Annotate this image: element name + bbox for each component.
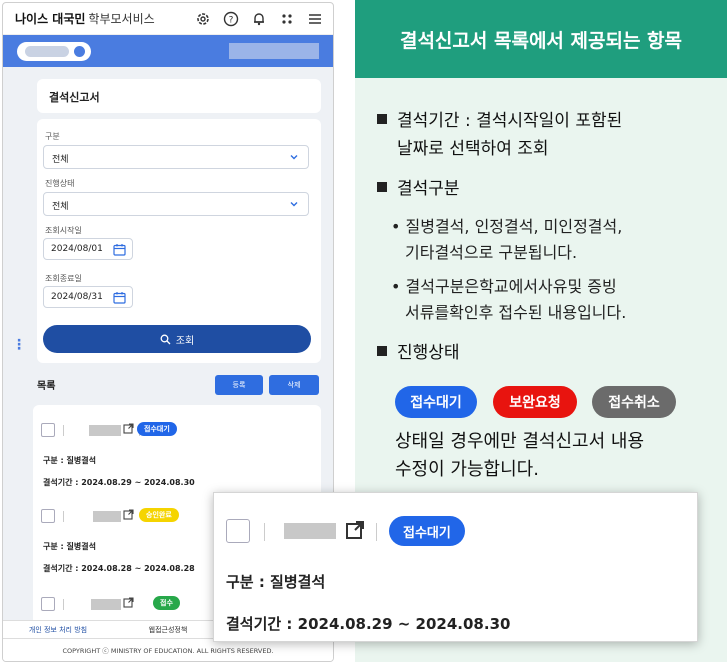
redacted-info xyxy=(229,43,319,59)
bullet-period-cont: 날짜로 선택하여 조회 xyxy=(397,139,549,159)
type-desc-1-cont: 기타결석으로 구분됩니다. xyxy=(405,243,578,262)
menu-icon[interactable] xyxy=(307,11,323,27)
bullet-square-icon xyxy=(377,114,387,124)
student-selector[interactable] xyxy=(17,42,91,61)
redacted-name xyxy=(89,425,121,436)
privacy-policy-link[interactable]: 개인 정보 처리 방침 xyxy=(3,621,113,638)
status-note: 상태일 경우에만 결석신고서 내용 xyxy=(395,431,645,452)
row-period: 결석기간 : 2024.08.28 ~ 2024.08.28 xyxy=(43,564,195,573)
category-select[interactable]: 전체 xyxy=(43,145,309,169)
category-label: 구분 xyxy=(45,132,60,141)
status-badge: 접수대기 xyxy=(137,422,177,436)
external-link-icon[interactable] xyxy=(123,423,134,434)
svg-text:?: ? xyxy=(229,15,234,25)
row-category: 구분 : 질병결석 xyxy=(43,542,96,551)
end-date-field[interactable]: 2024/08/31 xyxy=(43,286,133,308)
help-icon[interactable]: ? xyxy=(223,11,239,27)
status-value: 전체 xyxy=(52,202,69,212)
divider xyxy=(63,425,64,436)
panel-heading: 결석신고서 목록에서 제공되는 항목 xyxy=(355,0,727,78)
top-bar: 나이스 대국민 학부모서비스 ? xyxy=(3,3,333,35)
external-link-icon[interactable] xyxy=(345,520,365,540)
calendar-icon[interactable] xyxy=(113,243,126,256)
brand-sub: 학부모서비스 xyxy=(88,12,155,26)
row-period: 결석기간 : 2024.08.29 ~ 2024.08.30 xyxy=(43,478,195,487)
type-desc-2-cont: 서류를확인후 접수된 내용입니다. xyxy=(405,303,627,322)
bullet-square-icon xyxy=(377,182,387,192)
row-checkbox[interactable] xyxy=(226,519,250,543)
row-period: 결석기간 : 2024.08.29 ~ 2024.08.30 xyxy=(226,615,511,633)
page-title-card: 결석신고서 xyxy=(37,79,321,113)
redacted-name xyxy=(93,511,121,522)
calendar-icon[interactable] xyxy=(113,291,126,304)
row-category: 구분 : 질병결석 xyxy=(43,456,96,465)
search-icon xyxy=(160,334,171,344)
type-desc-1: • 질병결석, 인정결석, 미인정결석, xyxy=(391,217,623,236)
external-link-icon[interactable] xyxy=(123,597,134,608)
bullet-status-text: 진행상태 xyxy=(397,343,460,363)
list-title: 목록 xyxy=(37,381,56,392)
start-date-field[interactable]: 2024/08/01 xyxy=(43,238,133,260)
status-badge: 접수 xyxy=(153,596,180,610)
row-category: 구분 : 질병결석 xyxy=(226,573,326,591)
divider xyxy=(376,523,377,541)
row-checkbox[interactable] xyxy=(41,423,55,437)
start-date-label: 조회시작일 xyxy=(45,226,82,235)
accessibility-policy-link[interactable]: 웹접근성정책 xyxy=(113,621,223,638)
bullet-square-icon xyxy=(377,346,387,356)
apps-grid-icon[interactable] xyxy=(279,11,295,27)
divider xyxy=(264,523,265,541)
side-handle-icon[interactable]: ⋮ xyxy=(12,337,26,353)
category-value: 전체 xyxy=(52,155,69,165)
bullet-period-text: 결석기간 : 결석시작일이 포함된 xyxy=(397,111,623,131)
page-title: 결석신고서 xyxy=(49,91,100,104)
end-date-value: 2024/08/31 xyxy=(51,292,103,302)
redacted-name xyxy=(284,523,336,539)
redacted-name xyxy=(91,599,121,610)
status-label: 진행상태 xyxy=(45,179,75,188)
student-bar xyxy=(3,35,333,67)
settings-icon[interactable] xyxy=(195,11,211,27)
type-desc-2: • 결석구분은학교에서사유및 증빙 xyxy=(391,277,617,296)
divider xyxy=(63,511,64,522)
bell-icon[interactable] xyxy=(251,11,267,27)
start-date-value: 2024/08/01 xyxy=(51,244,103,254)
chevron-down-icon xyxy=(290,202,298,207)
status-badge: 접수대기 xyxy=(389,516,465,546)
bullet-type: 결석구분 xyxy=(377,176,460,202)
status-badge: 승인완료 xyxy=(139,508,179,522)
brand-logo[interactable]: 나이스 대국민 학부모서비스 xyxy=(15,10,155,27)
register-button[interactable]: 등록 xyxy=(215,375,263,395)
brand-name: 나이스 대국민 xyxy=(15,12,86,26)
chevron-down-icon xyxy=(290,155,298,160)
badge-cancelled: 접수취소 xyxy=(592,386,676,418)
status-select[interactable]: 전체 xyxy=(43,192,309,216)
zoomed-list-row: 접수대기 구분 : 질병결석 결석기간 : 2024.08.29 ~ 2024.… xyxy=(213,492,698,642)
status-note-cont: 수정이 가능합니다. xyxy=(395,459,539,480)
search-button-label: 조회 xyxy=(175,335,195,347)
search-form: 구분 전체 진행상태 전체 조회시작일 2024/08/01 조회종료일 202… xyxy=(37,119,321,363)
delete-button[interactable]: 삭제 xyxy=(269,375,319,395)
bullet-period: 결석기간 : 결석시작일이 포함된 xyxy=(377,108,622,134)
row-checkbox[interactable] xyxy=(41,597,55,611)
bullet-type-text: 결석구분 xyxy=(397,179,460,199)
divider xyxy=(63,599,64,610)
end-date-label: 조회종료일 xyxy=(45,274,82,283)
row-checkbox[interactable] xyxy=(41,509,55,523)
search-button[interactable]: 조회 xyxy=(43,325,311,353)
badge-revision: 보완요청 xyxy=(493,386,577,418)
external-link-icon[interactable] xyxy=(123,509,134,520)
badge-pending: 접수대기 xyxy=(395,386,477,418)
bullet-status: 진행상태 xyxy=(377,340,460,366)
